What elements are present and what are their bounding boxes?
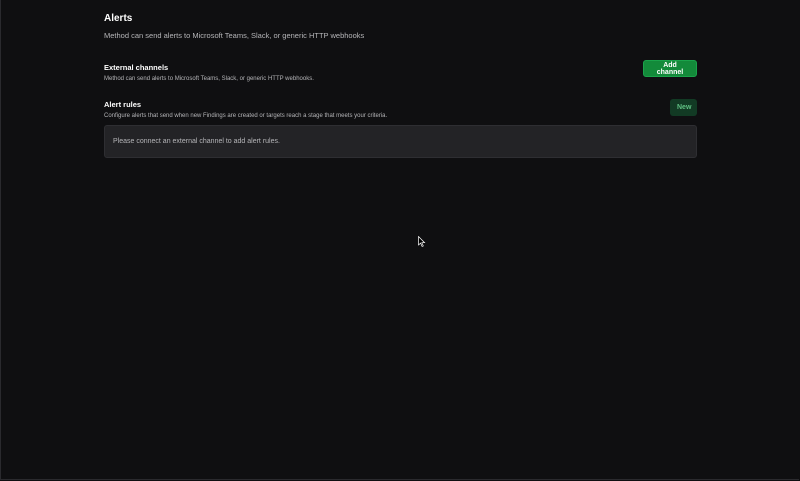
empty-state-notice: Please connect an external channel to ad… <box>104 125 697 158</box>
empty-state-message: Please connect an external channel to ad… <box>113 138 280 145</box>
external-channels-description: Method can send alerts to Microsoft Team… <box>104 76 314 82</box>
alert-rules-description: Configure alerts that send when new Find… <box>104 113 388 119</box>
external-channels-title: External channels <box>104 63 169 72</box>
add-channel-button[interactable]: Add channel <box>643 60 697 77</box>
new-alert-rule-button[interactable]: New <box>670 99 697 116</box>
alert-rules-title: Alert rules <box>104 100 142 109</box>
external-channels-section: External channels Method can send alerts… <box>104 60 697 83</box>
alert-rules-section: Alert rules Configure alerts that send w… <box>104 99 697 120</box>
alerts-settings-page: Alerts Method can send alerts to Microso… <box>104 12 697 158</box>
page-title: Alerts <box>104 13 133 24</box>
page-subtitle: Method can send alerts to Microsoft Team… <box>104 31 365 40</box>
mouse-pointer-icon <box>418 236 426 247</box>
